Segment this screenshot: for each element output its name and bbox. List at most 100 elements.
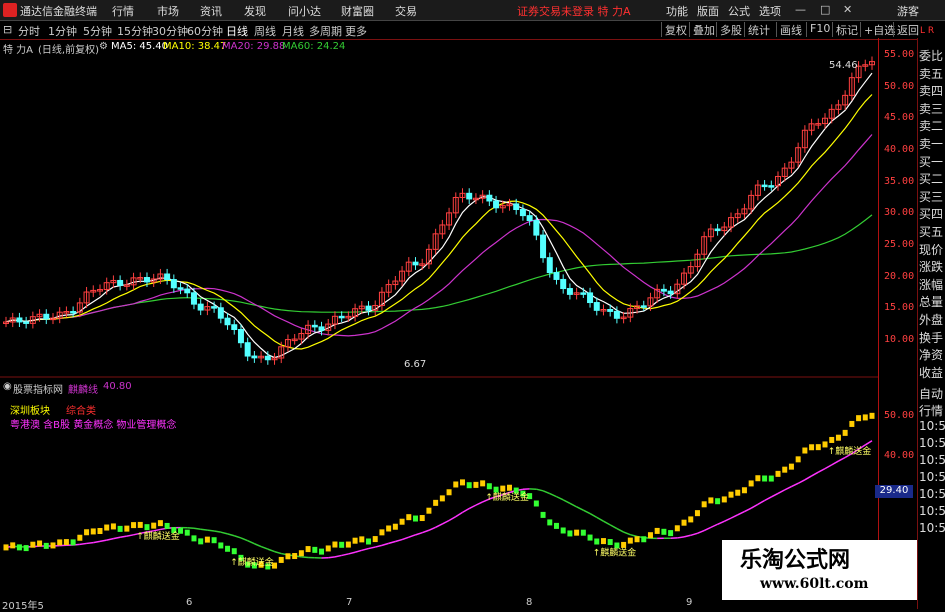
indicator-bar: [91, 528, 96, 534]
menu-news[interactable]: 资讯: [200, 3, 222, 19]
menu-formula[interactable]: 公式: [728, 3, 750, 19]
indicator-line: [691, 533, 698, 535]
side-lower-label[interactable]: 10:5: [919, 504, 945, 518]
side-label[interactable]: 现价: [919, 241, 943, 258]
candle-body: [185, 289, 190, 293]
menu-market[interactable]: 行情: [112, 3, 134, 19]
minimize-icon[interactable]: —: [795, 3, 806, 16]
tab-more[interactable]: 更多: [345, 23, 367, 39]
price-chart[interactable]: 54.46 6.67: [0, 38, 878, 378]
indicator-line: [80, 543, 87, 544]
side-lower-label[interactable]: 10:5: [919, 470, 945, 484]
side-label[interactable]: 卖三: [919, 100, 943, 117]
drawline-button[interactable]: 画线: [776, 22, 805, 37]
side-label[interactable]: 买二: [919, 170, 943, 187]
indicator-bar: [332, 542, 337, 548]
indicator-line: [228, 534, 235, 536]
side-lower-label[interactable]: 行情: [919, 402, 943, 419]
candle-body: [487, 195, 492, 201]
side-lower-label[interactable]: 10:5: [919, 419, 945, 433]
tab-daily[interactable]: 日线: [226, 23, 248, 39]
side-label[interactable]: 涨跌: [919, 258, 943, 275]
side-label[interactable]: 卖四: [919, 82, 943, 99]
indicator-bar: [131, 522, 136, 528]
indicator-bar: [480, 480, 485, 486]
side-label[interactable]: 买三: [919, 188, 943, 205]
side-label[interactable]: 买一: [919, 153, 943, 170]
side-label[interactable]: 卖五: [919, 65, 943, 82]
menu-layout[interactable]: 版面: [697, 3, 719, 19]
overlay-button[interactable]: 叠加: [689, 22, 718, 37]
indicator-line: [100, 540, 107, 541]
tab-15min[interactable]: 15分钟: [117, 23, 153, 39]
indicator-bar: [742, 487, 747, 493]
side-label[interactable]: 换手: [919, 329, 943, 346]
side-label[interactable]: 卖二: [919, 117, 943, 134]
menu-trade[interactable]: 交易: [395, 3, 417, 19]
side-label[interactable]: 外盘: [919, 311, 943, 328]
tab-5min[interactable]: 5分钟: [83, 23, 112, 39]
mark-button[interactable]: 标记: [832, 22, 861, 37]
indicator-line: [697, 531, 704, 534]
indicator-line: [677, 537, 684, 538]
tab-weekly[interactable]: 周线: [254, 23, 276, 39]
guest-label[interactable]: 游客: [897, 3, 919, 19]
indicator-bar: [205, 537, 210, 543]
menu-wealth[interactable]: 财富圈: [341, 3, 374, 19]
indicator-bar: [420, 515, 425, 521]
side-lower-label[interactable]: 10:5: [919, 487, 945, 501]
menu-function[interactable]: 功能: [666, 3, 688, 19]
indicator-bar: [500, 486, 505, 492]
side-label[interactable]: 买四: [919, 205, 943, 222]
side-label[interactable]: 委比: [919, 47, 943, 64]
candle-body: [165, 274, 170, 280]
adjust-button[interactable]: 复权: [661, 22, 690, 37]
indicator-line: [234, 536, 241, 538]
maximize-icon[interactable]: □: [820, 3, 830, 16]
side-label[interactable]: 买五: [919, 223, 943, 240]
close-icon[interactable]: ✕: [843, 3, 852, 16]
candle-body: [614, 311, 619, 318]
menu-exchange[interactable]: 市场: [157, 3, 179, 19]
side-label[interactable]: 卖一: [919, 135, 943, 152]
side-label[interactable]: 收益: [919, 364, 943, 381]
side-lower-label[interactable]: 10:5: [919, 453, 945, 467]
indicator-line: [785, 487, 792, 490]
indicator-bar: [554, 523, 559, 529]
candle-body: [339, 316, 344, 318]
tab-30min[interactable]: 30分钟: [152, 23, 188, 39]
f10-button[interactable]: F10: [806, 22, 833, 37]
indicator-line: [724, 518, 731, 521]
tab-multiperiod[interactable]: 多周期: [309, 23, 342, 39]
indicator-bar: [30, 542, 35, 548]
tab-1min[interactable]: 1分钟: [48, 23, 77, 39]
indicator-bar: [702, 501, 707, 507]
side-label[interactable]: 总量: [919, 293, 943, 310]
indicator-line: [395, 540, 402, 542]
menu-discover[interactable]: 发现: [244, 3, 266, 19]
stats-button[interactable]: 统计: [744, 22, 773, 37]
price-tick: 25.00: [884, 239, 914, 250]
indicator-bar: [353, 538, 358, 544]
side-label[interactable]: 涨幅: [919, 276, 943, 293]
tab-60min[interactable]: 60分钟: [187, 23, 223, 39]
indicator-line: [684, 535, 691, 537]
indicator-bar: [856, 415, 861, 421]
indicator-bar: [769, 476, 774, 482]
indicator-bar: [661, 529, 666, 535]
side-lower-label[interactable]: 10:5: [919, 436, 945, 450]
side-lower-label[interactable]: 10:5: [919, 521, 945, 535]
back-button[interactable]: 返回: [893, 22, 922, 37]
tab-timeshare[interactable]: 分时: [18, 23, 40, 39]
menu-options[interactable]: 选项: [759, 3, 781, 19]
side-tab-l[interactable]: L R: [920, 26, 934, 36]
indicator-line: [416, 533, 423, 535]
x-label-4: 9: [686, 597, 692, 608]
multistock-button[interactable]: 多股: [716, 22, 745, 37]
tab-monthly[interactable]: 月线: [282, 23, 304, 39]
menu-assistant[interactable]: 问小达: [288, 3, 321, 19]
side-lower-label[interactable]: 自动: [919, 385, 943, 402]
high-price-label: 54.46: [829, 60, 858, 71]
side-label[interactable]: 净资: [919, 346, 943, 363]
indicator-line: [617, 529, 624, 532]
